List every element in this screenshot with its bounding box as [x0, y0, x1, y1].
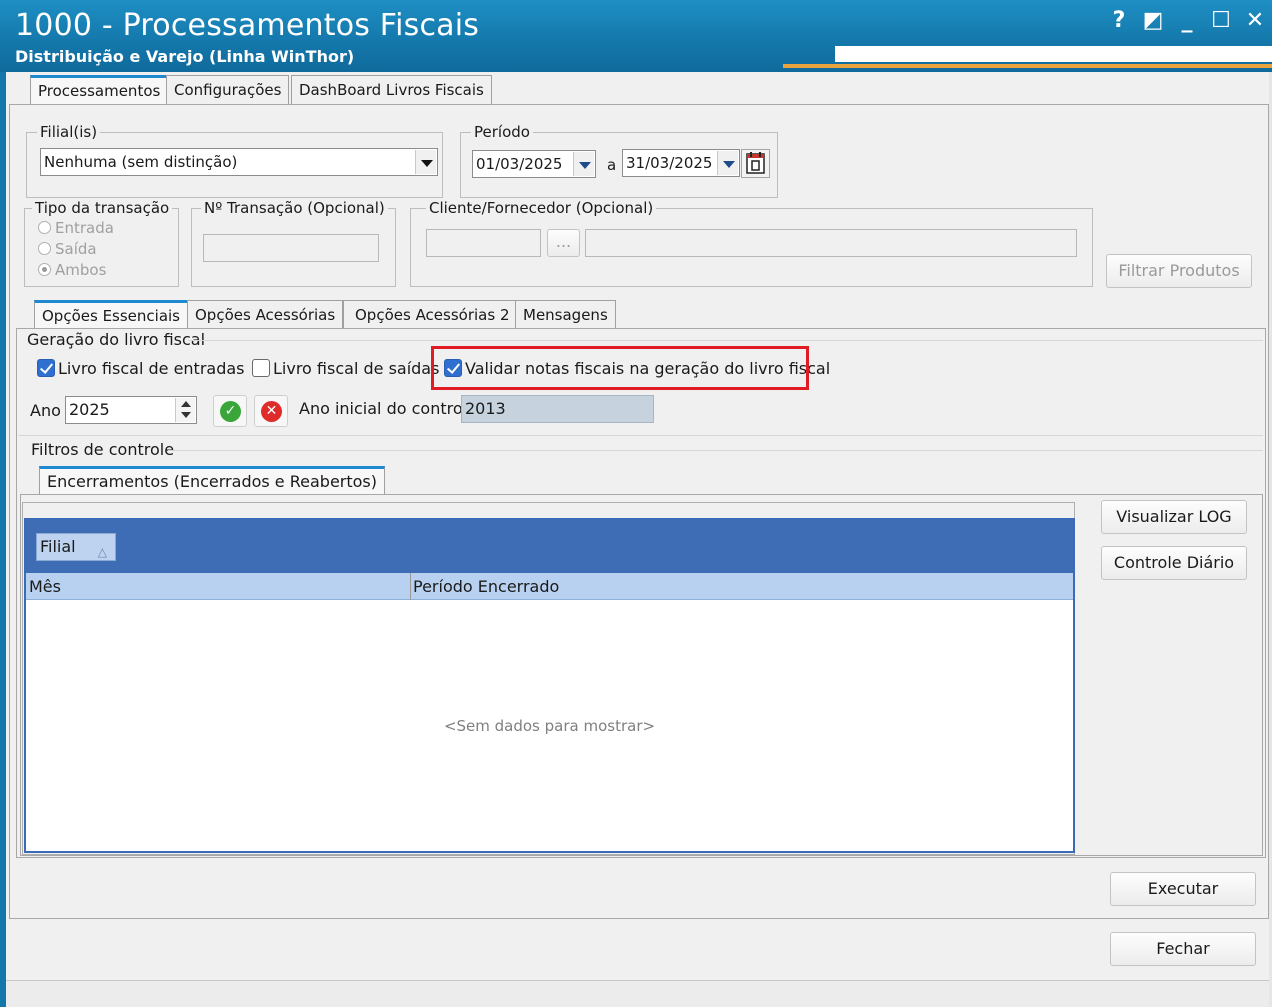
livro-saidas-label: Livro fiscal de saídas — [273, 359, 440, 378]
geracao-title: Geração do livro fiscal — [27, 330, 206, 349]
radio-circle — [38, 242, 51, 255]
visualizar-log-button[interactable]: Visualizar LOG — [1101, 500, 1247, 534]
tab-dashboard-livros[interactable]: DashBoard Livros Fiscais — [291, 75, 492, 105]
geracao-separator — [188, 340, 1263, 341]
ano-value: 2025 — [69, 400, 110, 419]
radio-entrada[interactable]: Entrada — [38, 219, 114, 237]
controle-diario-button[interactable]: Controle Diário — [1101, 546, 1247, 580]
column-mes[interactable]: Mês — [29, 573, 61, 600]
radio-saida[interactable]: Saída — [38, 240, 97, 258]
calendar-dropdown-icon[interactable] — [717, 151, 738, 175]
restore-half-icon[interactable]: ◩ — [1136, 6, 1170, 36]
filtros-separator — [168, 450, 1263, 451]
window-left-edge — [0, 72, 6, 1007]
close-icon[interactable]: ✕ — [1238, 6, 1272, 36]
grid-header: Mês Período Encerrado — [26, 573, 1073, 600]
periodo-start-value: 01/03/2025 — [476, 155, 563, 173]
tab-opcoes-acessorias-2[interactable]: Opções Acessórias 2 — [343, 300, 517, 330]
executar-button[interactable]: Executar — [1110, 872, 1256, 906]
periodo-start-date[interactable]: 01/03/2025 — [472, 150, 596, 178]
ano-inicial-label: Ano inicial do controle — [299, 399, 477, 418]
tab-opcoes-acessorias[interactable]: Opções Acessórias — [187, 300, 344, 330]
ano-inicial-input: 2013 — [461, 395, 654, 423]
fechar-button[interactable]: Fechar — [1110, 932, 1256, 966]
maximize-icon[interactable]: ☐ — [1204, 6, 1238, 36]
tab-opcoes-essenciais[interactable]: Opções Essenciais — [34, 300, 188, 330]
chevron-down-icon[interactable] — [415, 150, 436, 174]
ano-spinner[interactable]: 2025 — [65, 396, 197, 424]
window-subtitle: Distribuição e Varejo (Linha WinThor) — [15, 47, 355, 66]
confirm-ano-button[interactable]: ✓ — [213, 395, 247, 427]
livro-entradas-checkbox[interactable]: Livro fiscal de entradas — [37, 359, 245, 378]
radio-circle — [38, 221, 51, 234]
column-separator — [410, 573, 411, 600]
group-chip-filial[interactable]: Filial △ — [36, 533, 116, 561]
periodo-end-date[interactable]: 31/03/2025 — [622, 149, 740, 177]
divider — [18, 435, 1263, 436]
title-accent-line — [783, 64, 1272, 68]
calendar-icon[interactable] — [741, 149, 770, 178]
minimize-icon[interactable]: _ — [1170, 6, 1204, 36]
sort-ascending-icon: △ — [97, 545, 107, 559]
cliente-lookup-button[interactable]: ... — [547, 229, 580, 257]
title-status-strip — [835, 46, 1272, 62]
cliente-legend: Cliente/Fornecedor (Opcional) — [429, 199, 654, 217]
filial-select[interactable]: Nenhuma (sem distinção) — [40, 148, 438, 176]
periodo-legend: Período — [474, 123, 530, 141]
ano-label: Ano — [30, 401, 61, 420]
radio-saida-label: Saída — [55, 240, 97, 258]
calendar-dropdown-icon[interactable] — [573, 152, 594, 176]
cancel-ano-button[interactable]: ✕ — [254, 395, 288, 427]
periodo-separator: a — [607, 156, 617, 174]
livro-entradas-label: Livro fiscal de entradas — [58, 359, 245, 378]
radio-circle-selected — [38, 263, 51, 276]
filial-select-value: Nenhuma (sem distinção) — [44, 153, 238, 171]
highlight-box — [431, 346, 809, 390]
column-periodo-encerrado[interactable]: Período Encerrado — [413, 573, 559, 600]
filtrar-produtos-button[interactable]: Filtrar Produtos — [1106, 254, 1252, 288]
tab-mensagens[interactable]: Mensagens — [515, 300, 616, 330]
spinner-arrows-icon[interactable] — [175, 398, 195, 422]
checkbox-checked — [37, 359, 55, 377]
num-transacao-input[interactable] — [203, 234, 379, 262]
cliente-code-input[interactable] — [426, 229, 541, 257]
help-icon[interactable]: ? — [1102, 6, 1136, 36]
tab-configuracoes[interactable]: Configurações — [166, 75, 290, 105]
radio-ambos-label: Ambos — [55, 261, 107, 279]
checkbox-unchecked — [252, 359, 270, 377]
empty-grid-message: <Sem dados para mostrar> — [443, 717, 656, 735]
x-circle-icon: ✕ — [261, 401, 282, 422]
filtros-title: Filtros de controle — [31, 440, 175, 459]
cliente-name-input[interactable] — [585, 229, 1077, 257]
tipo-transacao-legend: Tipo da transação — [35, 199, 170, 217]
group-chip-label: Filial — [40, 537, 76, 556]
num-transacao-legend: Nº Transação (Opcional) — [204, 199, 385, 217]
filial-legend: Filial(is) — [40, 123, 98, 141]
window-controls: ? ◩ _ ☐ ✕ — [1102, 6, 1272, 36]
check-circle-icon: ✓ — [220, 401, 241, 422]
radio-entrada-label: Entrada — [55, 219, 114, 237]
encerramentos-grid[interactable]: Filial △ Mês Período Encerrado <Sem dado… — [24, 518, 1075, 853]
tab-processamentos[interactable]: Processamentos — [30, 75, 169, 105]
status-bar — [6, 980, 1269, 1007]
tab-encerramentos[interactable]: Encerramentos (Encerrados e Reabertos) — [39, 466, 385, 496]
group-by-panel: Filial △ — [26, 520, 1073, 573]
title-bar: 1000 - Processamentos Fiscais Distribuiç… — [0, 0, 1272, 72]
window-title: 1000 - Processamentos Fiscais — [15, 8, 480, 43]
livro-saidas-checkbox[interactable]: Livro fiscal de saídas — [252, 359, 439, 378]
radio-ambos[interactable]: Ambos — [38, 261, 106, 279]
periodo-end-value: 31/03/2025 — [626, 154, 713, 172]
